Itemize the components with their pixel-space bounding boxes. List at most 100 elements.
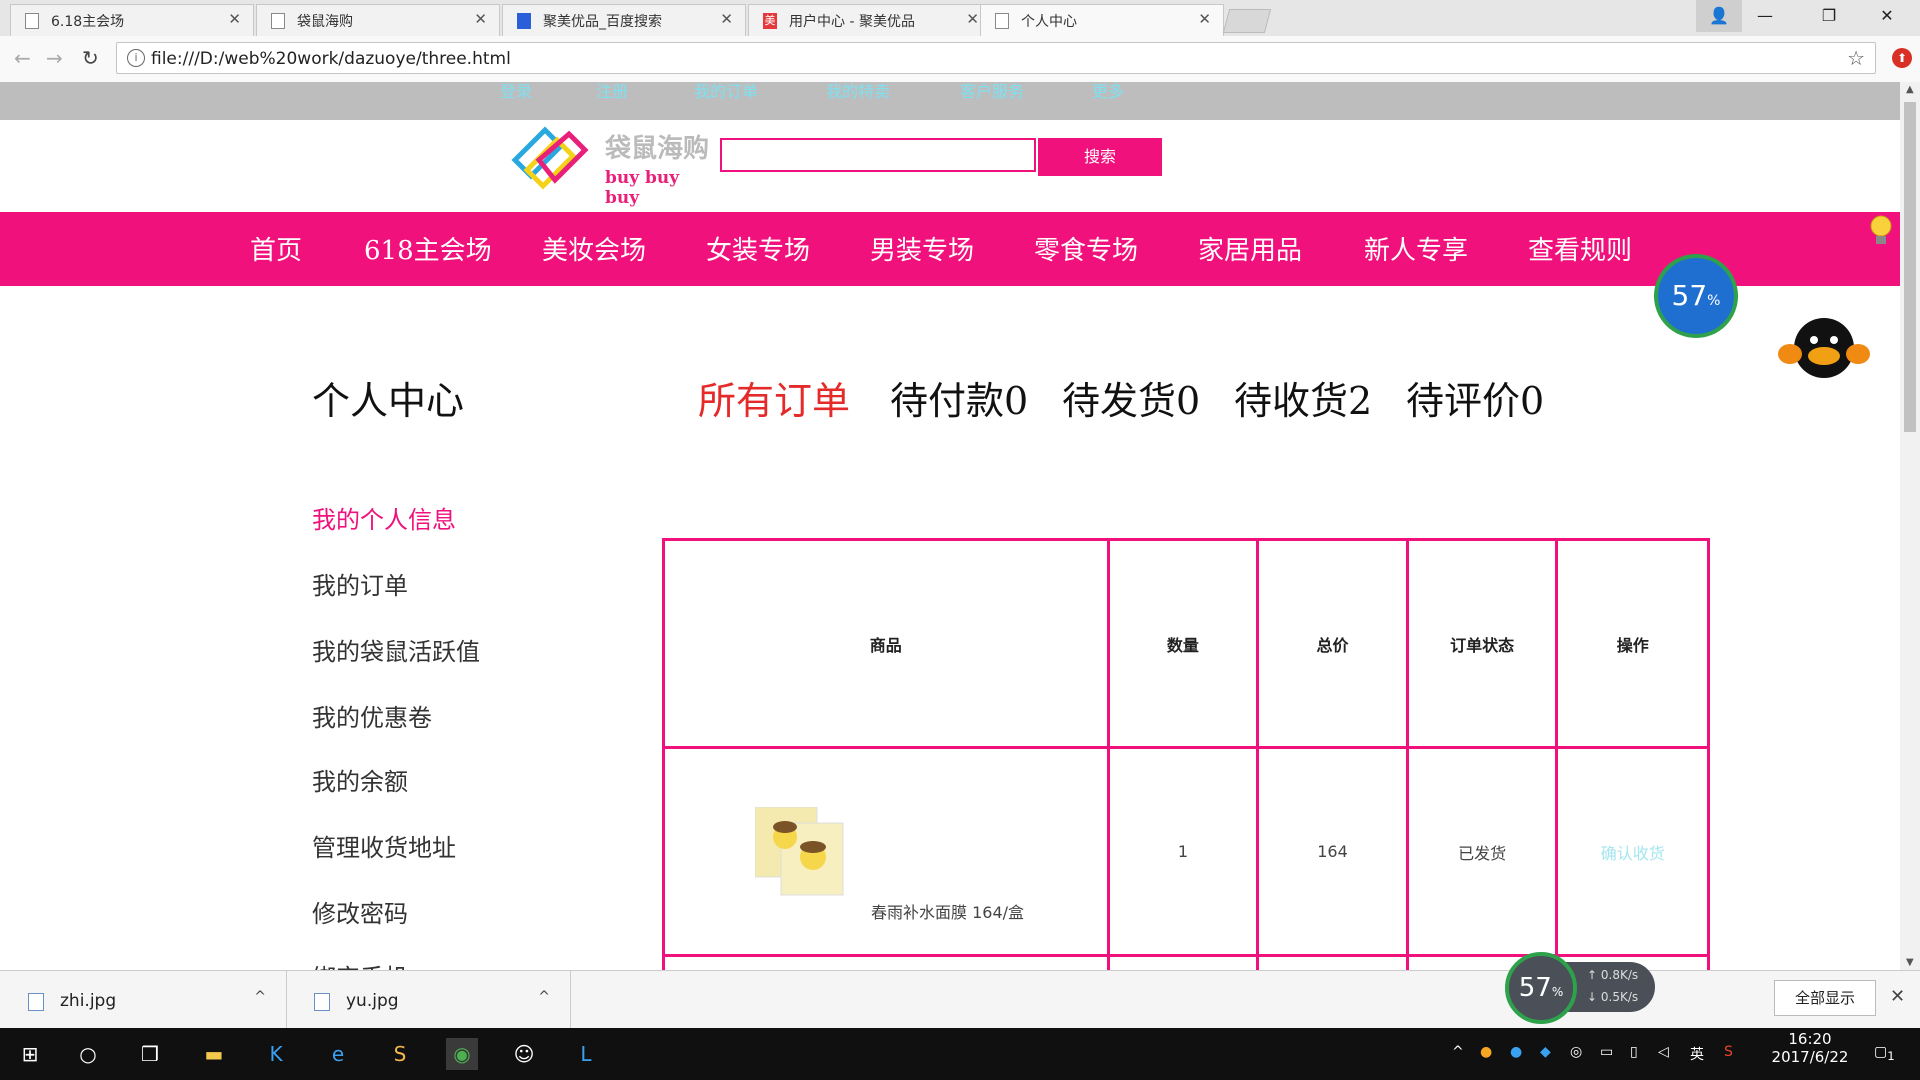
nav-snacks[interactable]: 零食专场: [1034, 230, 1138, 267]
close-icon[interactable]: ✕: [966, 10, 979, 28]
tray-l-icon[interactable]: ●: [1510, 1044, 1522, 1060]
product-cell: 春雨补水面膜 164/盒: [662, 746, 1110, 957]
reload-icon[interactable]: ↻: [82, 46, 99, 70]
sublime-icon[interactable]: S: [384, 1038, 416, 1070]
tray-camera-icon[interactable]: ◎: [1570, 1044, 1582, 1060]
close-icon[interactable]: ✕: [1198, 10, 1211, 28]
extension-icon[interactable]: ⬆: [1892, 48, 1912, 68]
browser-tab[interactable]: 袋鼠海购 ✕: [256, 4, 500, 36]
customer-service-link[interactable]: 客户服务: [960, 82, 1024, 102]
nav-home[interactable]: 首页: [250, 230, 302, 267]
system-clock[interactable]: 16:20 2017/6/22: [1760, 1030, 1860, 1066]
security-shield-icon[interactable]: ◆: [1540, 1044, 1551, 1060]
logo-icon: [511, 126, 589, 190]
windows-start-icon[interactable]: ⊞: [14, 1038, 46, 1070]
notification-icon[interactable]: ▢1: [1874, 1044, 1895, 1063]
network-icon[interactable]: ▯: [1630, 1044, 1638, 1060]
window-close-icon[interactable]: ✕: [1864, 0, 1910, 32]
forward-icon[interactable]: →: [46, 46, 63, 70]
page-icon: [25, 13, 39, 29]
info-icon[interactable]: i: [127, 49, 145, 67]
tab-all-orders[interactable]: 所有订单: [698, 370, 850, 425]
address-bar[interactable]: i file:///D:/web%20work/dazuoye/three.ht…: [116, 42, 1876, 74]
jumei-icon: 美: [763, 13, 777, 29]
close-icon[interactable]: ✕: [720, 10, 733, 28]
tab-pending-receipt[interactable]: 待收货2: [1234, 370, 1372, 425]
memory-percent-ring: 57%: [1505, 952, 1577, 1024]
tray-chevron-up-icon[interactable]: ^: [1452, 1044, 1464, 1060]
site-logo[interactable]: 袋鼠海购 buy buy buy: [505, 124, 715, 208]
l-app-icon[interactable]: L: [570, 1038, 602, 1070]
restore-icon[interactable]: ❐: [1806, 0, 1852, 32]
clock-date: 2017/6/22: [1771, 1048, 1849, 1066]
sidebar-item-balance[interactable]: 我的余额: [312, 762, 408, 797]
scroll-up-icon[interactable]: ▲: [1906, 84, 1914, 95]
table-row: 春雨补水面膜 164/盒 1 164 已发货 确认收货: [662, 746, 1710, 957]
tab-pending-review[interactable]: 待评价0: [1406, 370, 1544, 425]
browser-tab[interactable]: 聚美优品_百度搜索 ✕: [502, 4, 746, 36]
scrollbar-thumb[interactable]: [1904, 102, 1916, 432]
sogou-ime-icon[interactable]: S: [1724, 1044, 1733, 1060]
chrome-icon[interactable]: ◉: [446, 1038, 478, 1070]
browser-tab[interactable]: 美 用户中心 - 聚美优品 ✕: [748, 4, 992, 36]
close-icon[interactable]: ✕: [228, 10, 241, 28]
minimize-icon[interactable]: —: [1742, 0, 1788, 32]
sidebar-item-orders[interactable]: 我的订单: [312, 566, 408, 601]
new-tab-button[interactable]: [1222, 9, 1272, 33]
login-link[interactable]: 登录: [500, 82, 532, 102]
sidebar-item-coupons[interactable]: 我的优惠卷: [312, 698, 432, 733]
sidebar-item-password[interactable]: 修改密码: [312, 894, 408, 929]
scroll-down-icon[interactable]: ▼: [1906, 957, 1914, 968]
search-button[interactable]: 搜索: [1038, 138, 1162, 176]
battery-icon[interactable]: ▭: [1600, 1044, 1613, 1060]
register-link[interactable]: 注册: [596, 82, 628, 102]
nav-women[interactable]: 女装专场: [706, 230, 810, 267]
qq-icon[interactable]: ☺: [508, 1038, 540, 1070]
baidu-paw-icon: [517, 13, 531, 29]
tray-app-icon[interactable]: ●: [1480, 1044, 1492, 1060]
nav-newcomer[interactable]: 新人专享: [1364, 230, 1468, 267]
browser-tab[interactable]: 6.18主会场 ✕: [10, 4, 254, 36]
cortana-search-icon[interactable]: ○: [72, 1038, 104, 1070]
k-app-icon[interactable]: K: [260, 1038, 292, 1070]
product-image[interactable]: [755, 807, 845, 897]
confirm-receipt-link[interactable]: 确认收货: [1601, 844, 1665, 863]
nav-home-goods[interactable]: 家居用品: [1198, 230, 1302, 267]
speed-booster-ball[interactable]: 57%: [1654, 254, 1738, 338]
chevron-up-icon[interactable]: ^: [538, 989, 550, 1005]
network-speed-widget[interactable]: ↑ 0.8K/s ↓ 0.5K/s 57%: [1505, 952, 1655, 1024]
sidebar-item-activity[interactable]: 我的袋鼠活跃值: [312, 632, 480, 667]
tab-pending-payment[interactable]: 待付款0: [890, 370, 1028, 425]
ime-indicator[interactable]: 英: [1690, 1044, 1704, 1064]
volume-icon[interactable]: ◁: [1658, 1044, 1669, 1060]
file-explorer-icon[interactable]: ▬: [198, 1038, 230, 1070]
sidebar-item-address[interactable]: 管理收货地址: [312, 828, 456, 863]
page-scrollbar[interactable]: ▲ ▼: [1900, 82, 1920, 970]
tab-pending-shipment[interactable]: 待发货0: [1062, 370, 1200, 425]
edge-icon[interactable]: e: [322, 1038, 354, 1070]
main-nav: 首页 618主会场 美妆会场 女装专场 男装专场 零食专场 家居用品 新人专享 …: [0, 212, 1900, 286]
back-icon[interactable]: ←: [14, 46, 31, 70]
sidebar-item-phone[interactable]: 绑定手机: [312, 958, 408, 970]
bookmark-star-icon[interactable]: ☆: [1847, 46, 1865, 70]
nav-beauty[interactable]: 美妆会场: [542, 230, 646, 267]
user-profile-icon[interactable]: 👤: [1696, 0, 1742, 32]
show-all-downloads-button[interactable]: 全部显示: [1774, 980, 1876, 1016]
nav-men[interactable]: 男装专场: [870, 230, 974, 267]
task-view-icon[interactable]: ❒: [134, 1038, 166, 1070]
download-item[interactable]: yu.jpg ^: [286, 971, 571, 1029]
more-link[interactable]: 更多: [1092, 82, 1124, 102]
chevron-up-icon[interactable]: ^: [254, 989, 266, 1005]
nav-618-main[interactable]: 618主会场: [364, 230, 492, 267]
browser-tab-active[interactable]: 个人中心 ✕: [980, 4, 1224, 36]
qq-penguin-icon[interactable]: [1776, 310, 1872, 380]
lightbulb-icon[interactable]: [1868, 214, 1894, 248]
my-orders-link[interactable]: 我的订单: [694, 82, 758, 102]
download-item[interactable]: zhi.jpg ^: [0, 971, 287, 1029]
sidebar-item-profile[interactable]: 我的个人信息: [312, 500, 456, 535]
nav-rules[interactable]: 查看规则: [1528, 230, 1632, 267]
my-sales-link[interactable]: 我的特卖: [826, 82, 890, 102]
close-download-bar-icon[interactable]: ✕: [1890, 986, 1905, 1007]
close-icon[interactable]: ✕: [474, 10, 487, 28]
search-input[interactable]: [720, 138, 1036, 172]
